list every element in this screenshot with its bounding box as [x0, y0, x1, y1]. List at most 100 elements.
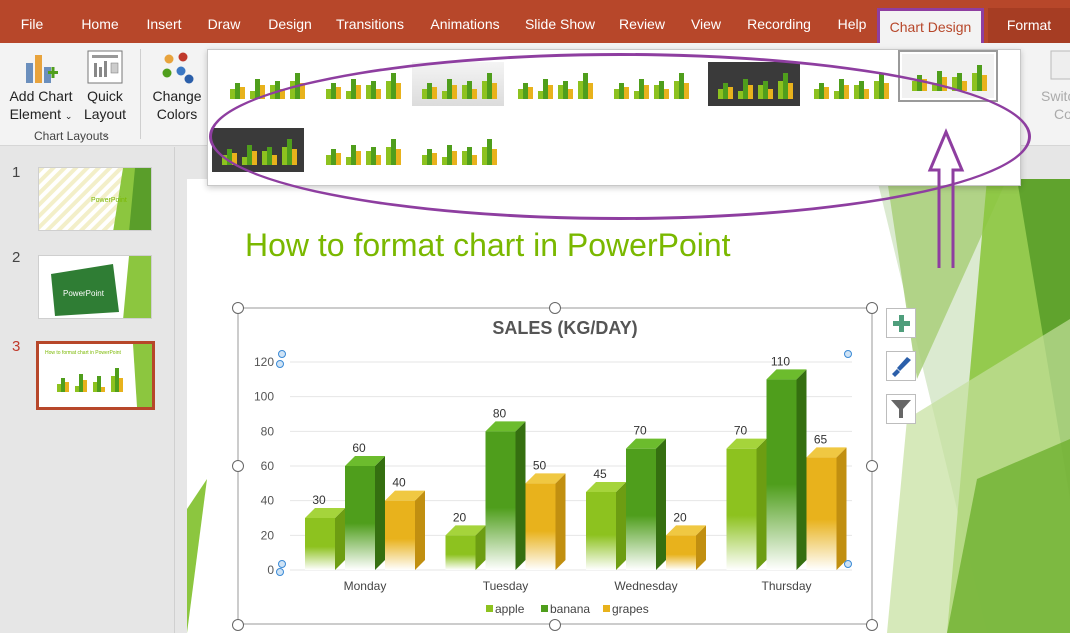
style-preview-bar: [962, 81, 967, 91]
switch-row-column-button[interactable]: Switc Co: [1038, 43, 1070, 129]
bar-apple-monday[interactable]: [305, 518, 335, 570]
resize-handle[interactable]: [549, 302, 561, 314]
chart-style-option[interactable]: [898, 50, 998, 102]
legend-swatch-apple: [486, 605, 493, 612]
style-preview-bar: [396, 83, 401, 99]
tab-insert[interactable]: Insert: [139, 9, 189, 39]
ribbon-separator: [140, 49, 141, 139]
tab-design[interactable]: Design: [262, 9, 318, 39]
quick-layout-button[interactable]: Quick Layout ⌄: [80, 43, 130, 139]
palette-icon: [162, 52, 194, 84]
chart-elements-button[interactable]: [886, 308, 916, 338]
tab-draw[interactable]: Draw: [201, 9, 247, 39]
resize-handle[interactable]: [232, 460, 244, 472]
plot-area-handle[interactable]: [844, 560, 852, 568]
slide-thumbnail-1[interactable]: PowerPoint: [38, 167, 152, 231]
bar-banana-tuesday[interactable]: [485, 431, 516, 570]
chart-filters-button[interactable]: [886, 394, 916, 424]
y-tick-label: 40: [261, 494, 275, 508]
change-colors-button[interactable]: Change Colors: [148, 43, 206, 129]
style-preview-bar: [452, 85, 457, 99]
paintbrush-icon: [892, 357, 911, 377]
chart-style-option[interactable]: [604, 62, 696, 106]
chart-styles-gallery[interactable]: [207, 49, 1021, 186]
chart-styles-button[interactable]: [886, 351, 916, 381]
tab-recording[interactable]: Recording: [742, 9, 816, 39]
axis-handle[interactable]: [276, 360, 284, 368]
style-preview-bar: [768, 89, 773, 99]
style-preview-bar: [624, 87, 629, 99]
y-tick-label: 100: [254, 390, 274, 404]
data-label: 45: [593, 467, 607, 481]
bar-apple-wednesday[interactable]: [586, 492, 616, 570]
style-preview-bar: [300, 83, 305, 99]
slide-title[interactable]: How to format chart in PowerPoint: [245, 227, 731, 264]
resize-handle[interactable]: [866, 619, 878, 631]
chart-style-option[interactable]: [220, 62, 312, 106]
legend-swatch-banana: [541, 605, 548, 612]
y-tick-label: 20: [261, 528, 275, 542]
bar-banana-thursday[interactable]: [766, 379, 797, 570]
bar-side-banana: [656, 438, 666, 570]
group-chart-layouts-label: Chart Layouts: [34, 129, 109, 143]
plot-area-handle[interactable]: [844, 350, 852, 358]
change-colors-label-2: Colors: [156, 106, 198, 122]
resize-handle[interactable]: [866, 302, 878, 314]
chart-style-option[interactable]: [412, 128, 504, 172]
bar-side-banana: [796, 369, 807, 570]
plot-area-handle[interactable]: [278, 560, 286, 568]
chart-container[interactable]: 0 20 40 60 80 100 120 30 60 40 20 80 50 45 70 20 70 110 6…: [232, 302, 892, 632]
chart-style-option[interactable]: [708, 62, 800, 106]
bar-side-grapes: [836, 447, 847, 570]
bar-grapes-monday[interactable]: [385, 500, 415, 570]
chart-style-option[interactable]: [316, 62, 408, 106]
chart-style-option[interactable]: [212, 128, 304, 172]
bar-side-grapes: [415, 490, 425, 570]
tab-review[interactable]: Review: [614, 9, 670, 39]
tab-help[interactable]: Help: [830, 9, 874, 39]
tab-slide-show[interactable]: Slide Show: [520, 9, 600, 39]
bar-banana-monday[interactable]: [345, 466, 375, 570]
bar-banana-wednesday[interactable]: [626, 448, 656, 570]
chart-style-option[interactable]: [508, 62, 600, 106]
bar-grapes-wednesday[interactable]: [666, 535, 696, 570]
slide-number: 3: [12, 338, 21, 355]
plot-area-handle[interactable]: [278, 350, 286, 358]
tab-chart-design[interactable]: Chart Design: [877, 8, 984, 43]
chart-legend[interactable]: apple banana grapes: [486, 602, 649, 616]
bar-apple-tuesday[interactable]: [445, 535, 476, 570]
tab-home[interactable]: Home: [72, 9, 128, 39]
data-label: 20: [673, 510, 687, 524]
add-chart-element-button[interactable]: Add Chart Element ⌄: [6, 43, 76, 129]
tab-transitions[interactable]: Transitions: [333, 9, 407, 39]
tab-animations[interactable]: Animations: [425, 9, 505, 39]
style-preview-bar: [492, 149, 497, 165]
data-label: 20: [453, 510, 467, 524]
bar-apple-thursday[interactable]: [726, 448, 757, 570]
slide-thumbnail-3[interactable]: How to format chart in PowerPoint: [36, 341, 155, 410]
data-label: 60: [352, 441, 366, 455]
chart-style-option[interactable]: [412, 62, 504, 106]
plus-icon: [893, 315, 910, 332]
resize-handle[interactable]: [232, 302, 244, 314]
style-preview-bar: [824, 87, 829, 99]
bar-grapes-thursday[interactable]: [806, 457, 837, 570]
chart-title[interactable]: SALES (KG/DAY): [492, 318, 637, 338]
resize-handle[interactable]: [866, 460, 878, 472]
axis-handle[interactable]: [276, 568, 284, 576]
chart-style-option[interactable]: [316, 128, 408, 172]
slide-thumbnail-2[interactable]: PowerPoint: [38, 255, 152, 319]
slide-2-preview: PowerPoint: [39, 256, 151, 318]
highlight-arrow-icon: [927, 128, 965, 268]
resize-handle[interactable]: [549, 619, 561, 631]
x-category-label: Wednesday: [614, 579, 677, 593]
tab-view[interactable]: View: [684, 9, 728, 39]
style-preview-bar: [864, 89, 869, 99]
bar-grapes-tuesday[interactable]: [525, 483, 556, 570]
chart-style-option[interactable]: [804, 62, 896, 106]
resize-handle[interactable]: [232, 619, 244, 631]
tab-format[interactable]: Format: [988, 8, 1070, 43]
tab-file[interactable]: File: [10, 9, 54, 39]
data-label: 65: [814, 432, 828, 446]
style-preview-bar: [376, 89, 381, 99]
